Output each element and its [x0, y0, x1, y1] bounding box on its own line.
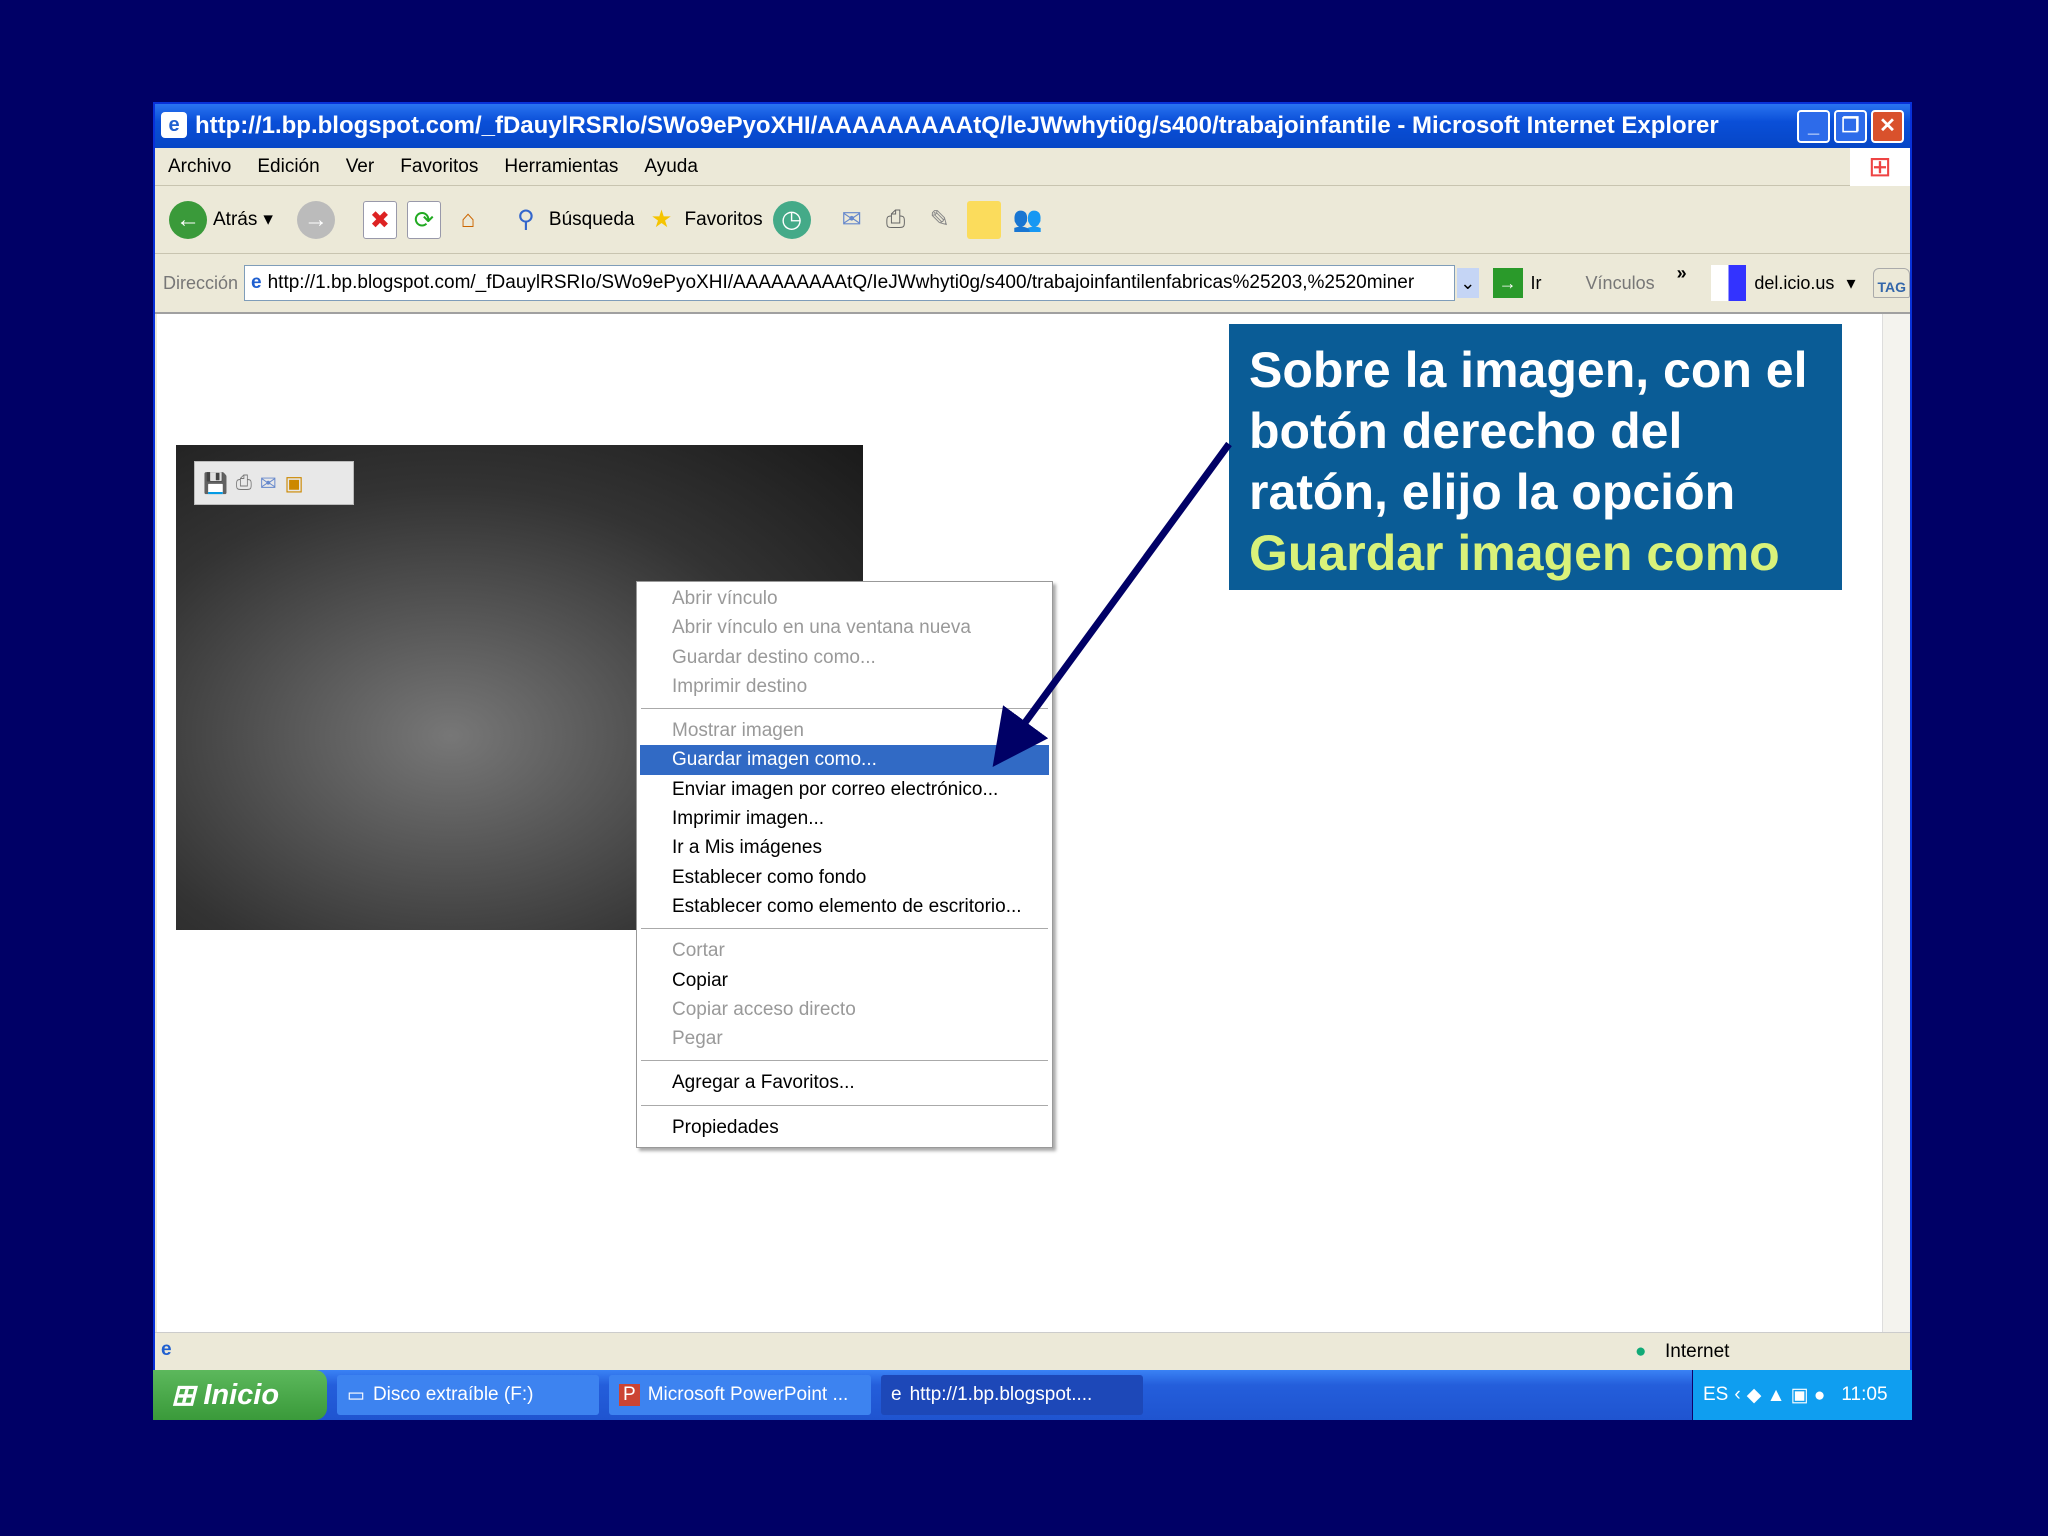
pointer-arrow [992, 441, 1232, 767]
